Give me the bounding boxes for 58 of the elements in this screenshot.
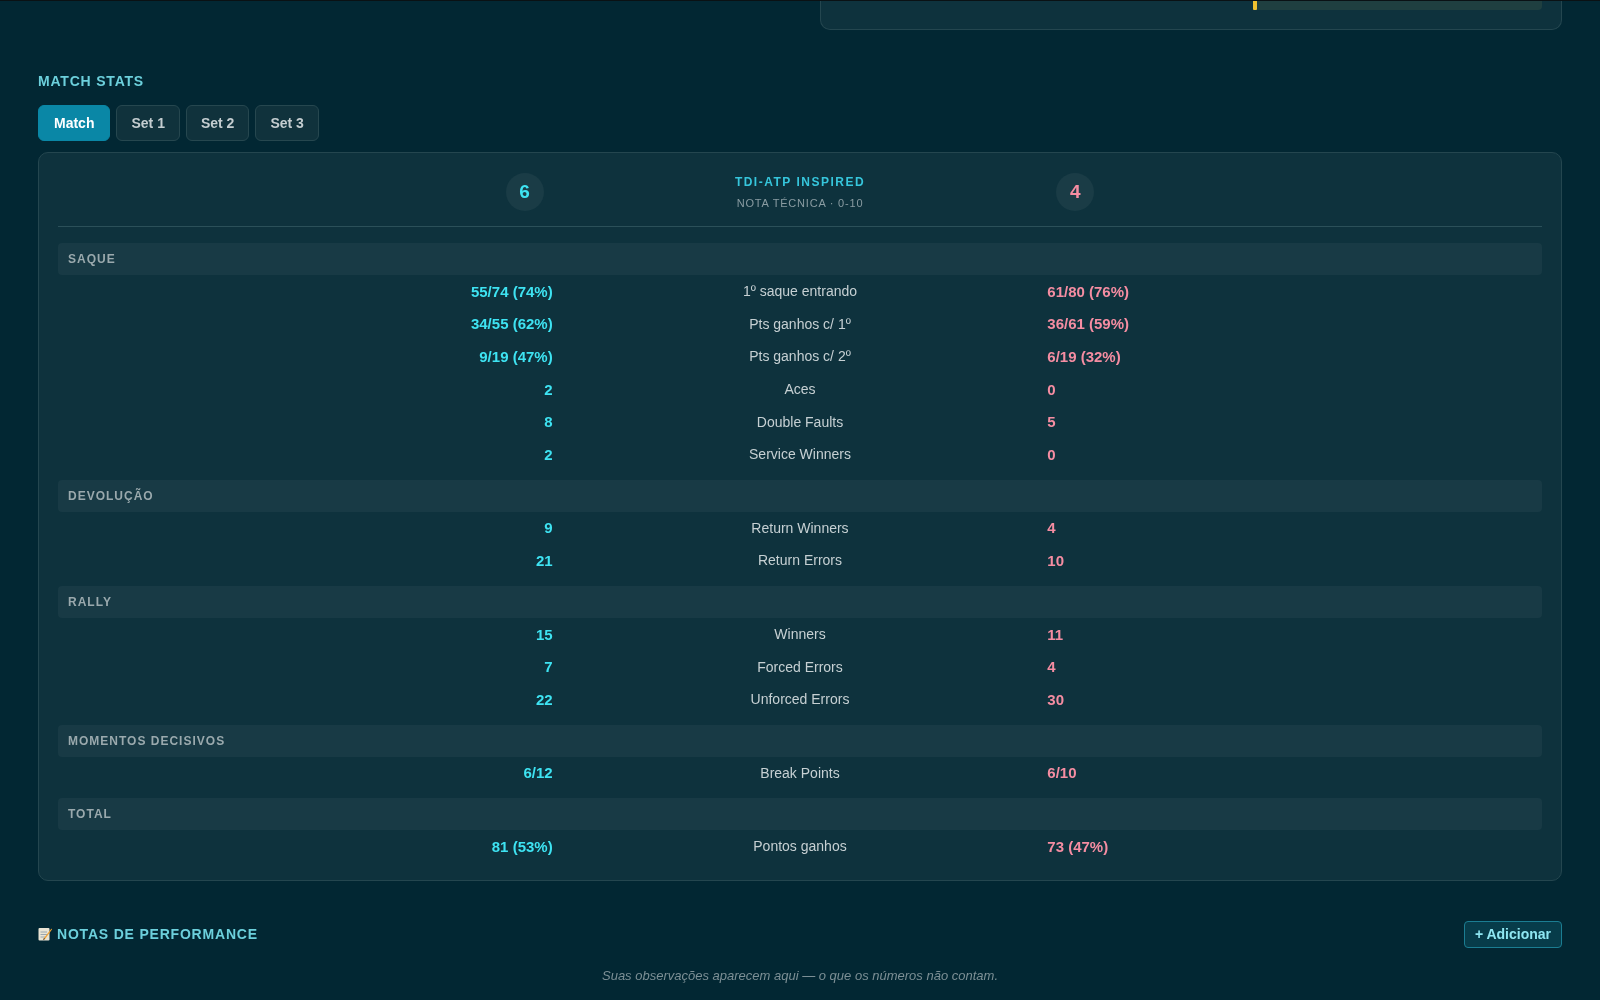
stat-value: 0: [1047, 445, 1056, 463]
stat-value: 36/61 (59%): [1047, 315, 1130, 333]
section-title: DEVOLUÇÃO: [68, 488, 154, 503]
stat-label: Forced Errors: [757, 658, 843, 675]
stat-value: 6/10: [1047, 764, 1077, 782]
stat-value: 15: [535, 625, 553, 643]
section-title: RALLY: [68, 594, 112, 609]
stat-value: 5: [1047, 413, 1056, 431]
stat-label: Service Winners: [749, 446, 851, 463]
stat-label: Winners: [774, 626, 826, 643]
stat-value: 0: [1047, 380, 1056, 398]
stat-label: 1º saque entrando: [742, 283, 858, 300]
notepad-pencil-icon: [38, 927, 52, 941]
stat-label: Pts ganhos c/ 1º: [749, 315, 851, 332]
section-title: MOMENTOS DECISIVOS: [68, 733, 226, 748]
stat-value: 4: [1047, 658, 1056, 676]
add-button[interactable]: + Adicionar: [1463, 920, 1562, 948]
stat-value: 21: [535, 551, 553, 569]
stat-label: Double Faults: [756, 413, 844, 430]
stat-value: 2: [544, 380, 553, 398]
stat-label: Return Errors: [757, 552, 842, 569]
stat-value: 34/55 (62%): [470, 315, 553, 333]
stat-value: 6/19 (32%): [1047, 348, 1121, 365]
marker-icon: [1253, 1, 1257, 10]
stat-value: 11: [1047, 625, 1064, 643]
section-heading: NOTAS DE PERFORMANCE: [57, 926, 258, 942]
tab[interactable]: Set 1: [116, 105, 180, 141]
stat-value: 8: [544, 413, 553, 431]
stat-value: 73 (47%): [1047, 837, 1109, 855]
stat-label: Pts ganhos c/ 2º: [749, 348, 851, 365]
player-score: 4: [1056, 173, 1095, 211]
stat-value: 2: [544, 445, 553, 463]
player-score: 6: [505, 173, 544, 211]
section-title: SAQUE: [68, 252, 116, 266]
stat-value: 6/12: [523, 764, 553, 782]
section-heading: MATCH STATS: [38, 72, 144, 90]
stat-value: 61/80 (76%): [1047, 282, 1130, 300]
stat-value: 22: [535, 690, 553, 708]
stat-value: 30: [1047, 690, 1064, 708]
stat-value: 55/74 (74%): [470, 282, 553, 300]
stat-label: Aces: [784, 381, 816, 398]
stat-label: Unforced Errors: [750, 691, 850, 708]
tab[interactable]: Set 3: [255, 105, 319, 141]
rating-subtitle: NOTA TÉCNICA · 0-10: [736, 195, 864, 210]
tab[interactable]: Match: [38, 105, 111, 141]
tab[interactable]: Set 2: [185, 105, 250, 141]
stat-value: 9/19 (47%): [479, 348, 553, 365]
stat-label: Pontos ganhos: [753, 838, 847, 855]
section-title: TOTAL: [68, 807, 112, 822]
stat-label: Return Winners: [751, 519, 849, 536]
empty-notes-text: Suas observações aparecem aqui — o que os números não contam.: [602, 968, 998, 983]
stat-label: Break Points: [760, 764, 840, 781]
stat-value: 10: [1047, 551, 1064, 569]
stat-value: 81 (53%): [491, 837, 553, 855]
rating-title: TDI-ATP INSPIRED: [734, 174, 866, 190]
stat-value: 4: [1047, 519, 1056, 537]
stat-value: 7: [544, 658, 553, 676]
stat-value: 9: [544, 519, 553, 537]
